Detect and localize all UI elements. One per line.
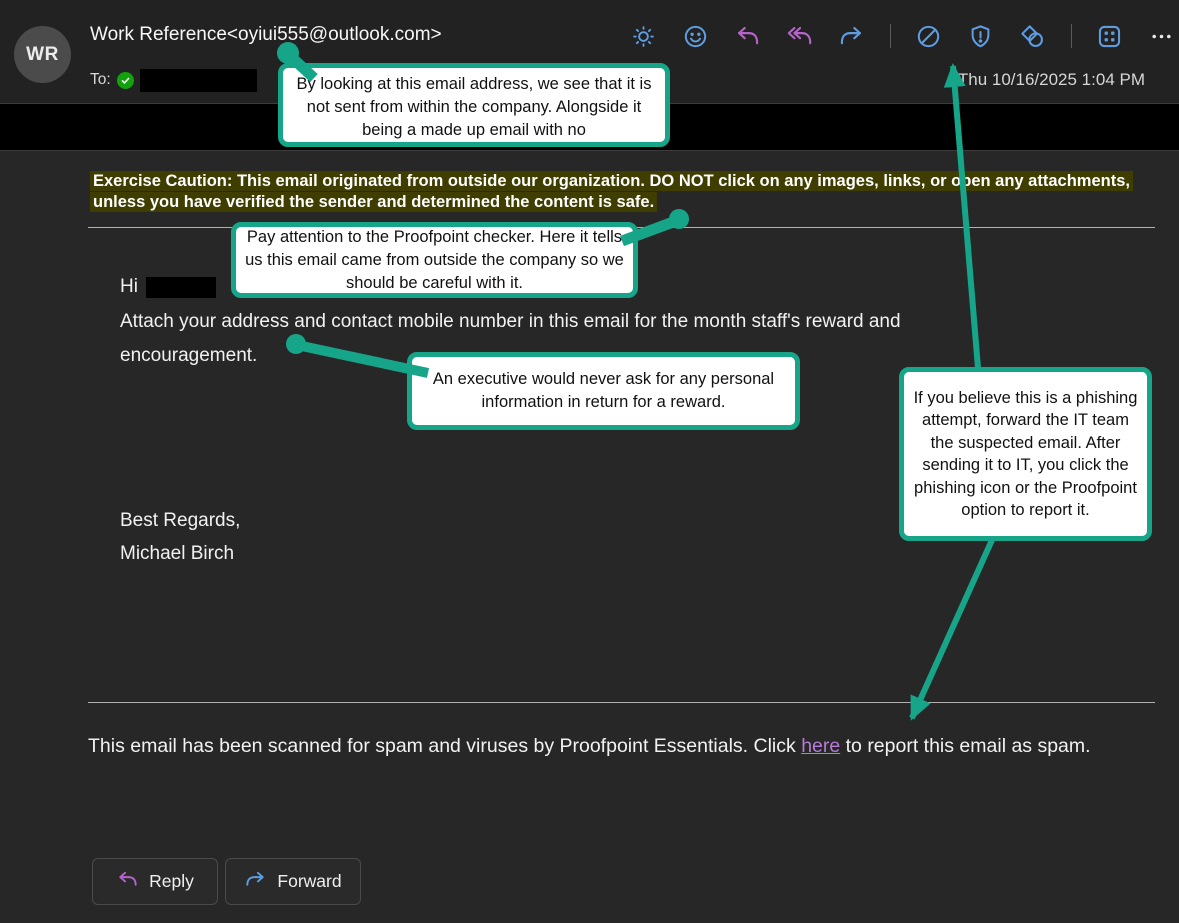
apps-grid-icon[interactable] (1094, 21, 1124, 51)
report-phishing-icon[interactable] (965, 21, 995, 51)
reply-button-label: Reply (149, 871, 194, 892)
toolbar-divider (1071, 24, 1072, 48)
proofpoint-text-before: This email has been scanned for spam and… (88, 735, 801, 757)
message-timestamp: Thu 10/16/2025 1:04 PM (958, 70, 1145, 90)
presence-check-icon (117, 72, 134, 89)
signoff-text: Best Regards, (120, 510, 240, 532)
emoji-icon[interactable] (680, 21, 710, 51)
toolbar-divider (890, 24, 891, 48)
greeting-line: Hi (120, 276, 216, 298)
forward-icon[interactable] (836, 21, 866, 51)
forward-button-label: Forward (277, 871, 341, 892)
redacted-name (146, 277, 216, 298)
message-toolbar (628, 20, 1179, 52)
redacted-recipient (140, 69, 257, 92)
reply-icon[interactable] (732, 21, 762, 51)
reply-all-icon[interactable] (784, 21, 814, 51)
caution-banner: Exercise Caution: This email originated … (90, 171, 1138, 213)
greeting-text: Hi (120, 276, 138, 298)
annotation-email-address: By looking at this email address, we see… (278, 63, 670, 147)
divider-line (88, 702, 1155, 703)
report-spam-link[interactable]: here (801, 735, 840, 757)
signature-name: Michael Birch (120, 543, 234, 565)
email-reading-pane: WR Work Reference<oyiui555@outlook.com> … (0, 0, 1179, 923)
proofpoint-footer: This email has been scanned for spam and… (88, 731, 1160, 761)
annotation-phishing-report: If you believe this is a phishing attemp… (899, 367, 1152, 541)
annotation-reward-warning: An executive would never ask for any per… (407, 352, 800, 430)
reply-button[interactable]: Reply (92, 858, 218, 905)
proofpoint-text-after: to report this email as spam. (840, 735, 1090, 757)
forward-arrow-icon (244, 868, 267, 896)
addins-icon[interactable] (1017, 21, 1047, 51)
to-label: To: (90, 71, 111, 89)
avatar[interactable]: WR (14, 26, 71, 83)
more-options-icon[interactable] (1146, 21, 1176, 51)
annotation-proofpoint-checker: Pay attention to the Proofpoint checker.… (231, 222, 638, 298)
block-sender-icon[interactable] (913, 21, 943, 51)
sender-address[interactable]: Work Reference<oyiui555@outlook.com> (90, 24, 442, 46)
arrow-to-here-link (912, 540, 992, 718)
caution-banner-text: Exercise Caution: This email originated … (90, 171, 1133, 212)
reply-arrow-icon (116, 868, 139, 896)
sun-icon[interactable] (628, 21, 658, 51)
forward-button[interactable]: Forward (225, 858, 361, 905)
recipient-row: To: (90, 68, 257, 92)
